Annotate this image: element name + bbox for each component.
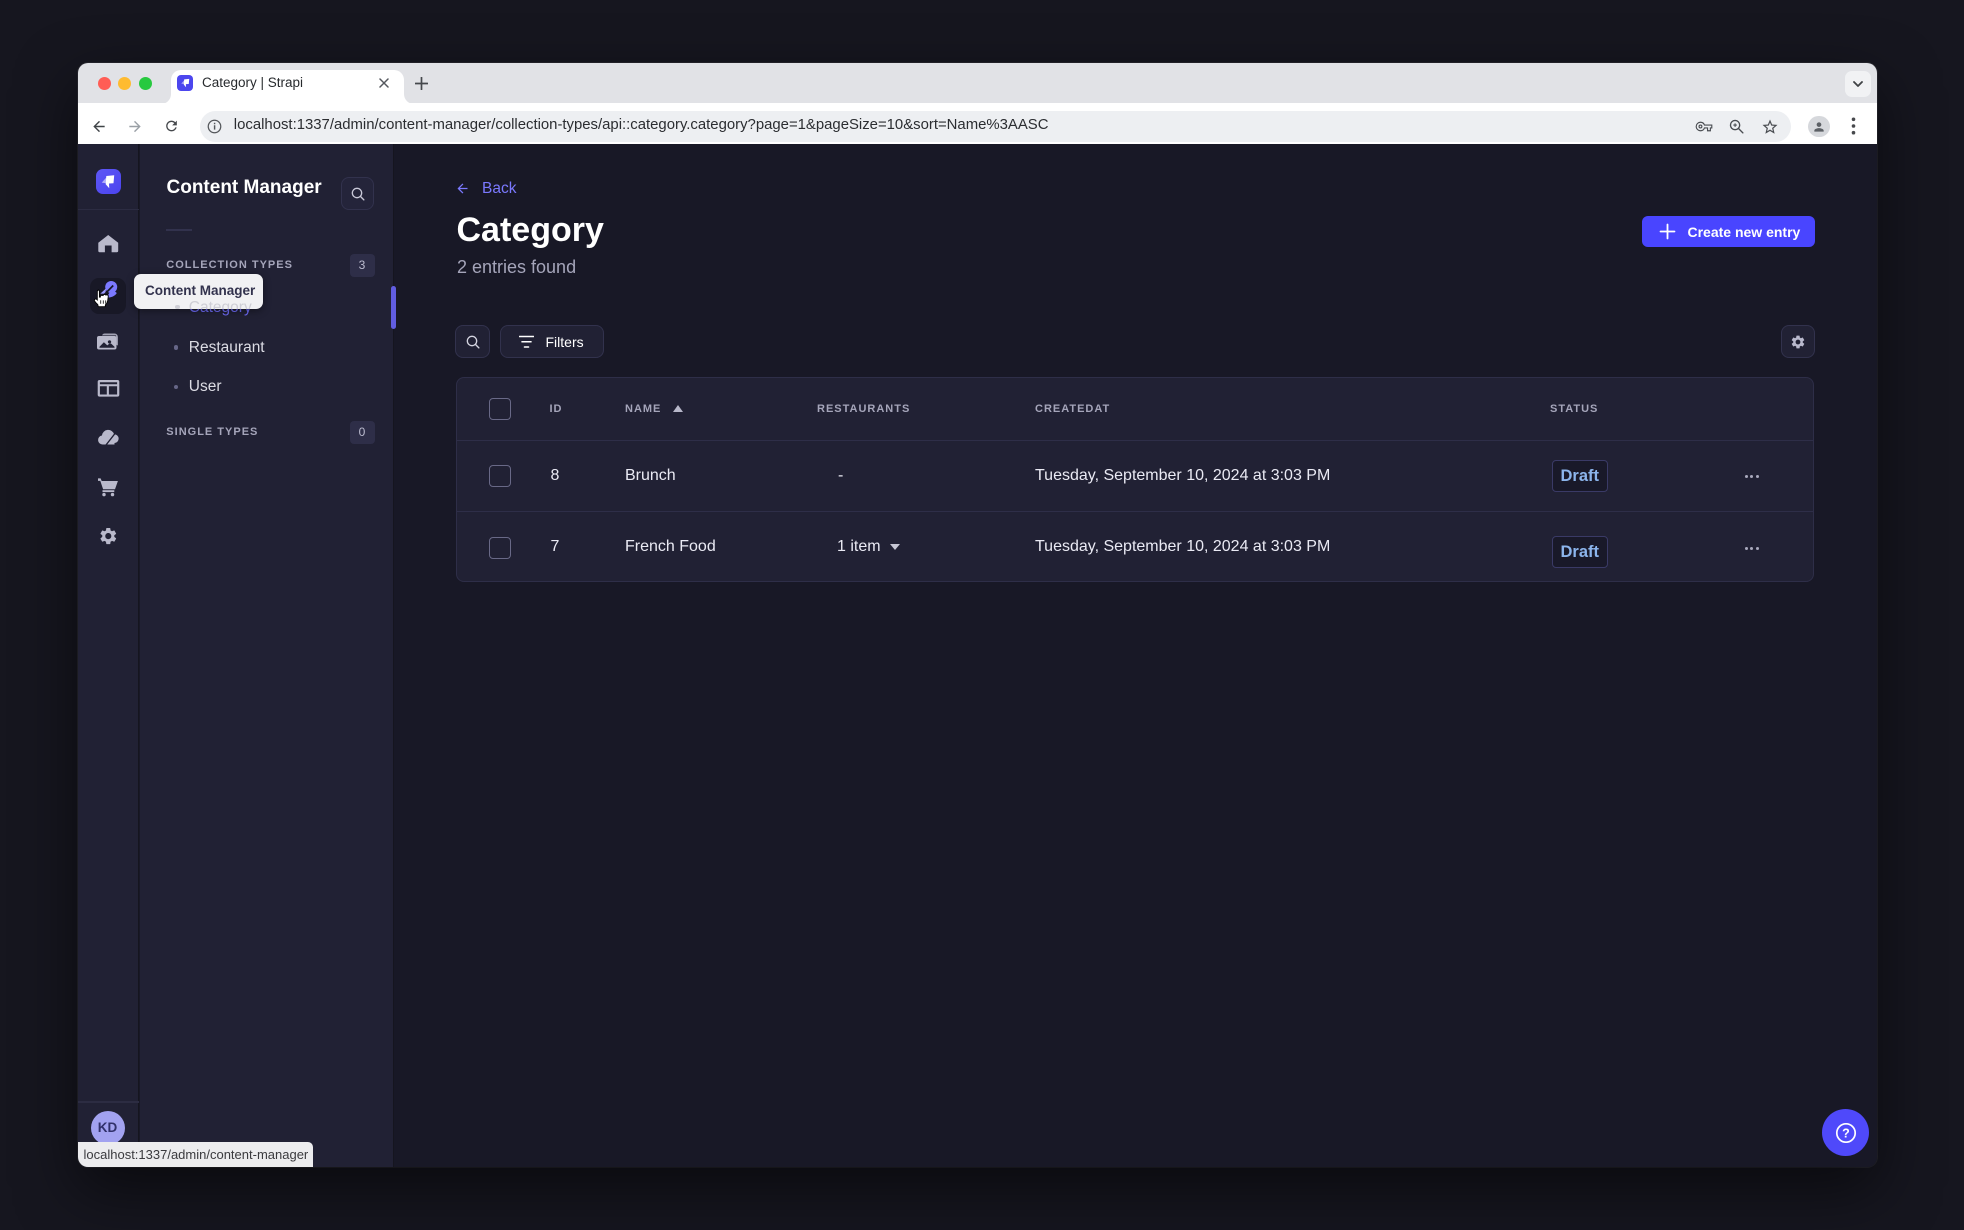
svg-text:?: ?	[1842, 1126, 1850, 1140]
